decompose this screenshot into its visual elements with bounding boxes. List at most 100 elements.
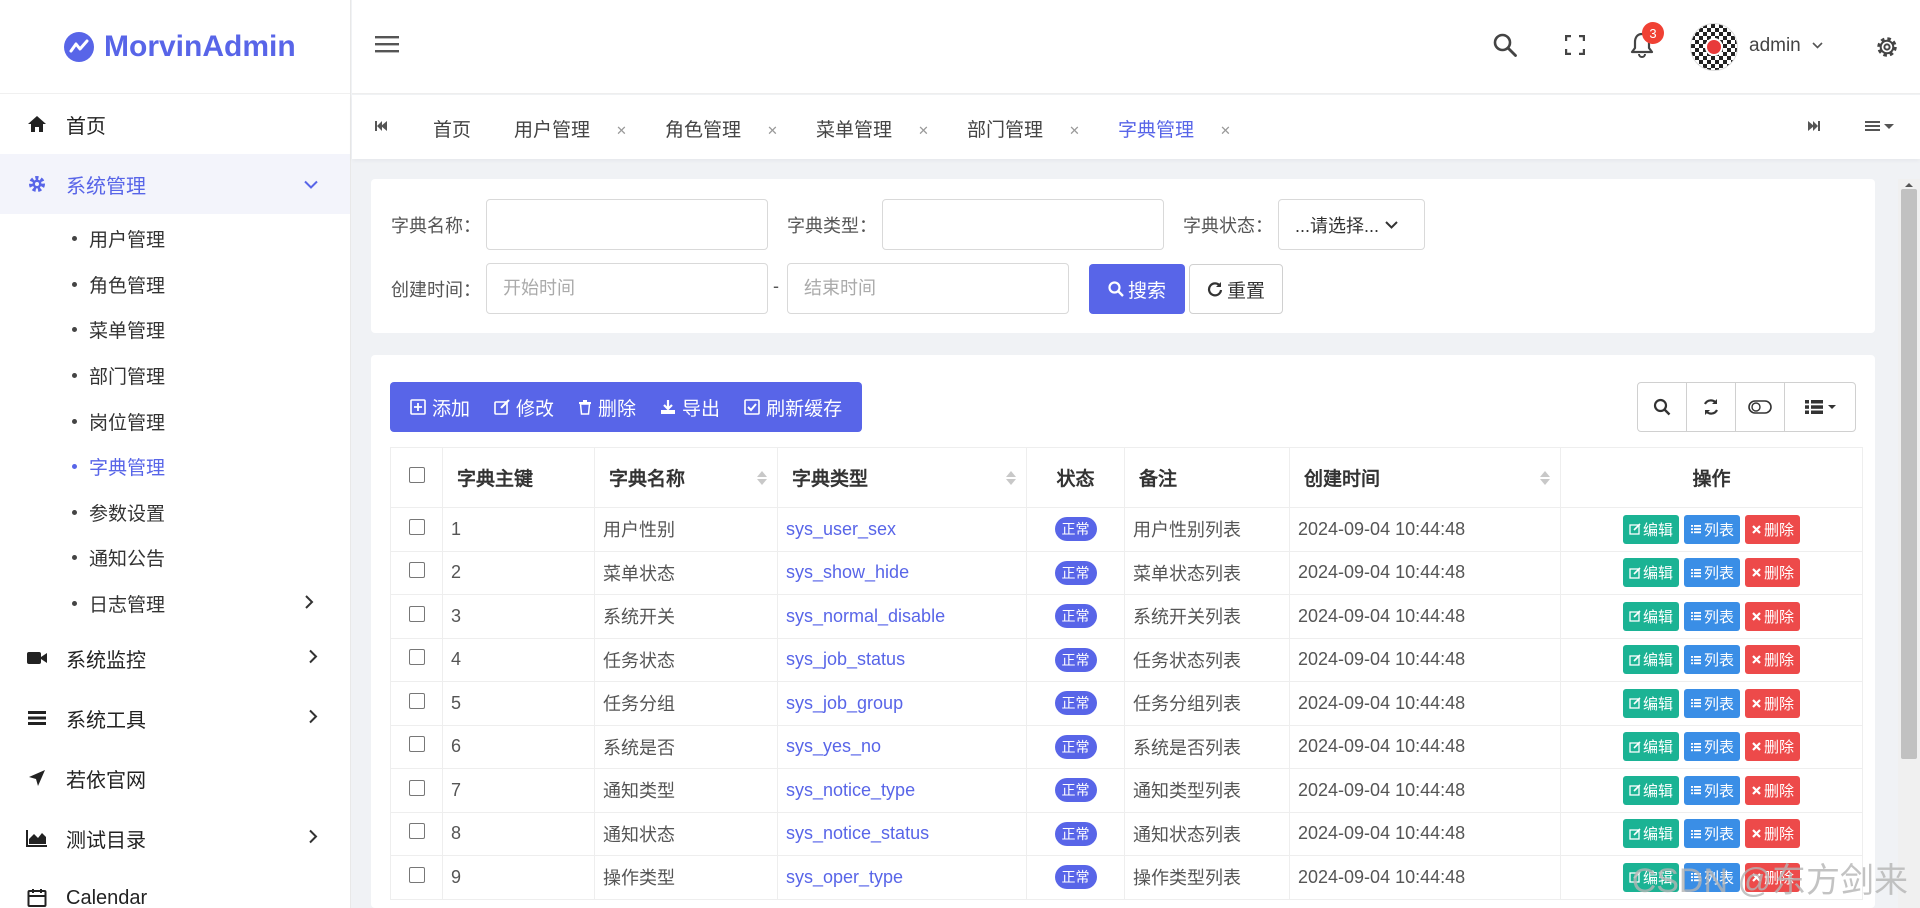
sidebar-item-departments[interactable]: 部门管理 bbox=[0, 353, 350, 399]
row-edit-button[interactable]: 编辑 bbox=[1622, 732, 1679, 762]
dict-status-select[interactable]: ...请选择... bbox=[1278, 199, 1425, 250]
row-delete-button[interactable]: 删除 bbox=[1745, 558, 1801, 588]
row-delete-button[interactable]: 删除 bbox=[1745, 862, 1801, 892]
sidebar-item-logs[interactable]: 日志管理 bbox=[0, 581, 350, 627]
row-checkbox[interactable] bbox=[408, 866, 425, 883]
row-delete-button[interactable]: 删除 bbox=[1745, 732, 1801, 762]
app-logo[interactable]: MorvinAdmin bbox=[0, 0, 350, 94]
bell-icon[interactable]: 3 bbox=[1630, 22, 1664, 63]
table-row[interactable]: 2 菜单状态 sys_show_hide 正常 菜单状态列表 2024-09-04 10:… bbox=[390, 550, 1863, 595]
row-list-button[interactable]: 列表 bbox=[1683, 558, 1740, 588]
sidebar-item-tools[interactable]: 系统工具 bbox=[0, 688, 350, 748]
row-checkbox[interactable] bbox=[408, 562, 425, 579]
add-button[interactable]: 添加 bbox=[398, 394, 482, 421]
table-row[interactable]: 8 通知状态 sys_notice_status 正常 通知状态列表 2024-09-04… bbox=[390, 811, 1863, 856]
row-edit-button[interactable]: 编辑 bbox=[1622, 601, 1679, 631]
sidebar-item-menus[interactable]: 菜单管理 bbox=[0, 307, 350, 353]
refresh-table-button[interactable] bbox=[1687, 383, 1736, 431]
row-edit-button[interactable]: 编辑 bbox=[1622, 514, 1679, 544]
refresh-cache-button[interactable]: 刷新缓存 bbox=[732, 394, 854, 421]
table-row[interactable]: 6 系统是否 sys_yes_no 正常 系统是否列表 2024-09-04 10:44:… bbox=[390, 724, 1863, 769]
row-list-button[interactable]: 列表 bbox=[1683, 819, 1740, 849]
toggle-view-button[interactable] bbox=[1736, 383, 1785, 431]
row-delete-button[interactable]: 删除 bbox=[1745, 514, 1801, 544]
sidebar-item-posts[interactable]: 岗位管理 bbox=[0, 398, 350, 444]
row-checkbox[interactable] bbox=[408, 692, 425, 709]
dict-type-link[interactable]: sys_notice_type bbox=[786, 780, 915, 800]
row-list-button[interactable]: 列表 bbox=[1683, 514, 1740, 544]
row-delete-button[interactable]: 删除 bbox=[1745, 819, 1801, 849]
table-row[interactable]: 3 系统开关 sys_normal_disable 正常 系统开关列表 2024-09-0… bbox=[390, 594, 1863, 639]
edit-button[interactable]: 修改 bbox=[482, 394, 566, 421]
reset-button[interactable]: 重置 bbox=[1189, 264, 1283, 314]
tab-close-icon[interactable]: ✕ bbox=[1220, 123, 1231, 139]
sidebar-item-params[interactable]: 参数设置 bbox=[0, 490, 350, 536]
sidebar-item-home[interactable]: 首页 bbox=[0, 94, 350, 154]
menu-toggle-icon[interactable] bbox=[374, 34, 400, 59]
toggle-search-button[interactable] bbox=[1638, 383, 1687, 431]
row-list-button[interactable]: 列表 bbox=[1683, 645, 1740, 675]
row-delete-button[interactable]: 删除 bbox=[1745, 601, 1801, 631]
dict-type-link[interactable]: sys_notice_status bbox=[786, 823, 929, 843]
page-scrollbar[interactable] bbox=[1898, 179, 1920, 908]
dict-type-link[interactable]: sys_job_status bbox=[786, 649, 905, 669]
row-checkbox[interactable] bbox=[408, 605, 425, 622]
row-edit-button[interactable]: 编辑 bbox=[1622, 688, 1679, 718]
table-row[interactable]: 7 通知类型 sys_notice_type 正常 通知类型列表 2024-09-04 1… bbox=[390, 768, 1863, 813]
row-checkbox[interactable] bbox=[408, 823, 425, 840]
col-dict-name[interactable]: 字典名称 bbox=[594, 447, 778, 508]
col-dict-id[interactable]: 字典主键 bbox=[442, 447, 595, 508]
table-row[interactable]: 1 用户性别 sys_user_sex 正常 用户性别列表 2024-09-04 10:4… bbox=[390, 507, 1863, 552]
row-edit-button[interactable]: 编辑 bbox=[1622, 775, 1679, 805]
end-time-input[interactable] bbox=[787, 263, 1069, 314]
tab-scroll-left-icon[interactable] bbox=[374, 117, 388, 139]
table-row[interactable]: 4 任务状态 sys_job_status 正常 任务状态列表 2024-09-04 10… bbox=[390, 637, 1863, 682]
dict-type-link[interactable]: sys_job_group bbox=[786, 693, 903, 713]
dict-type-input[interactable] bbox=[882, 199, 1164, 250]
row-delete-button[interactable]: 删除 bbox=[1745, 775, 1801, 805]
sidebar-item-test-dir[interactable]: 测试目录 bbox=[0, 808, 350, 868]
sidebar-item-calendar[interactable]: Calendar bbox=[0, 868, 350, 908]
search-icon[interactable] bbox=[1492, 32, 1518, 63]
scrollbar-thumb[interactable] bbox=[1901, 189, 1917, 759]
sidebar-item-system-management[interactable]: 系统管理 bbox=[0, 154, 350, 214]
dict-name-input[interactable] bbox=[486, 199, 768, 250]
row-delete-button[interactable]: 删除 bbox=[1745, 688, 1801, 718]
select-all-checkbox[interactable] bbox=[408, 466, 425, 483]
row-list-button[interactable]: 列表 bbox=[1683, 688, 1740, 718]
row-list-button[interactable]: 列表 bbox=[1683, 862, 1740, 892]
col-dict-type[interactable]: 字典类型 bbox=[777, 447, 1027, 508]
dict-type-link[interactable]: sys_normal_disable bbox=[786, 606, 945, 626]
row-delete-button[interactable]: 删除 bbox=[1745, 645, 1801, 675]
row-edit-button[interactable]: 编辑 bbox=[1622, 558, 1679, 588]
search-button[interactable]: 搜索 bbox=[1089, 264, 1185, 314]
tab-dictionary[interactable]: 字典管理 bbox=[1118, 115, 1194, 142]
row-checkbox[interactable] bbox=[408, 779, 425, 796]
row-checkbox[interactable] bbox=[408, 736, 425, 753]
row-checkbox[interactable] bbox=[408, 649, 425, 666]
start-time-input[interactable] bbox=[486, 263, 768, 314]
tab-roles[interactable]: 角色管理 bbox=[665, 115, 741, 142]
table-row[interactable]: 9 操作类型 sys_oper_type 正常 操作类型列表 2024-09-04 10:… bbox=[390, 855, 1863, 900]
tab-menus[interactable]: 菜单管理 bbox=[816, 115, 892, 142]
tab-close-icon[interactable]: ✕ bbox=[918, 123, 929, 139]
row-list-button[interactable]: 列表 bbox=[1683, 775, 1740, 805]
tab-scroll-right-icon[interactable] bbox=[1807, 117, 1821, 139]
row-list-button[interactable]: 列表 bbox=[1683, 732, 1740, 762]
row-edit-button[interactable]: 编辑 bbox=[1622, 862, 1679, 892]
table-row[interactable]: 5 任务分组 sys_job_group 正常 任务分组列表 2024-09-04 10:… bbox=[390, 681, 1863, 726]
tab-departments[interactable]: 部门管理 bbox=[967, 115, 1043, 142]
delete-button[interactable]: 删除 bbox=[566, 394, 648, 421]
sidebar-item-website[interactable]: 若依官网 bbox=[0, 748, 350, 808]
dict-type-link[interactable]: sys_user_sex bbox=[786, 519, 896, 539]
avatar[interactable] bbox=[1690, 23, 1738, 71]
tab-users[interactable]: 用户管理 bbox=[514, 115, 590, 142]
row-list-button[interactable]: 列表 bbox=[1683, 601, 1740, 631]
dict-type-link[interactable]: sys_yes_no bbox=[786, 736, 881, 756]
tab-home[interactable]: 首页 bbox=[433, 115, 471, 142]
sidebar-item-monitor[interactable]: 系统监控 bbox=[0, 628, 350, 688]
fullscreen-icon[interactable] bbox=[1564, 34, 1586, 60]
tab-close-icon[interactable]: ✕ bbox=[1069, 123, 1080, 139]
export-button[interactable]: 导出 bbox=[648, 394, 732, 421]
row-edit-button[interactable]: 编辑 bbox=[1622, 645, 1679, 675]
